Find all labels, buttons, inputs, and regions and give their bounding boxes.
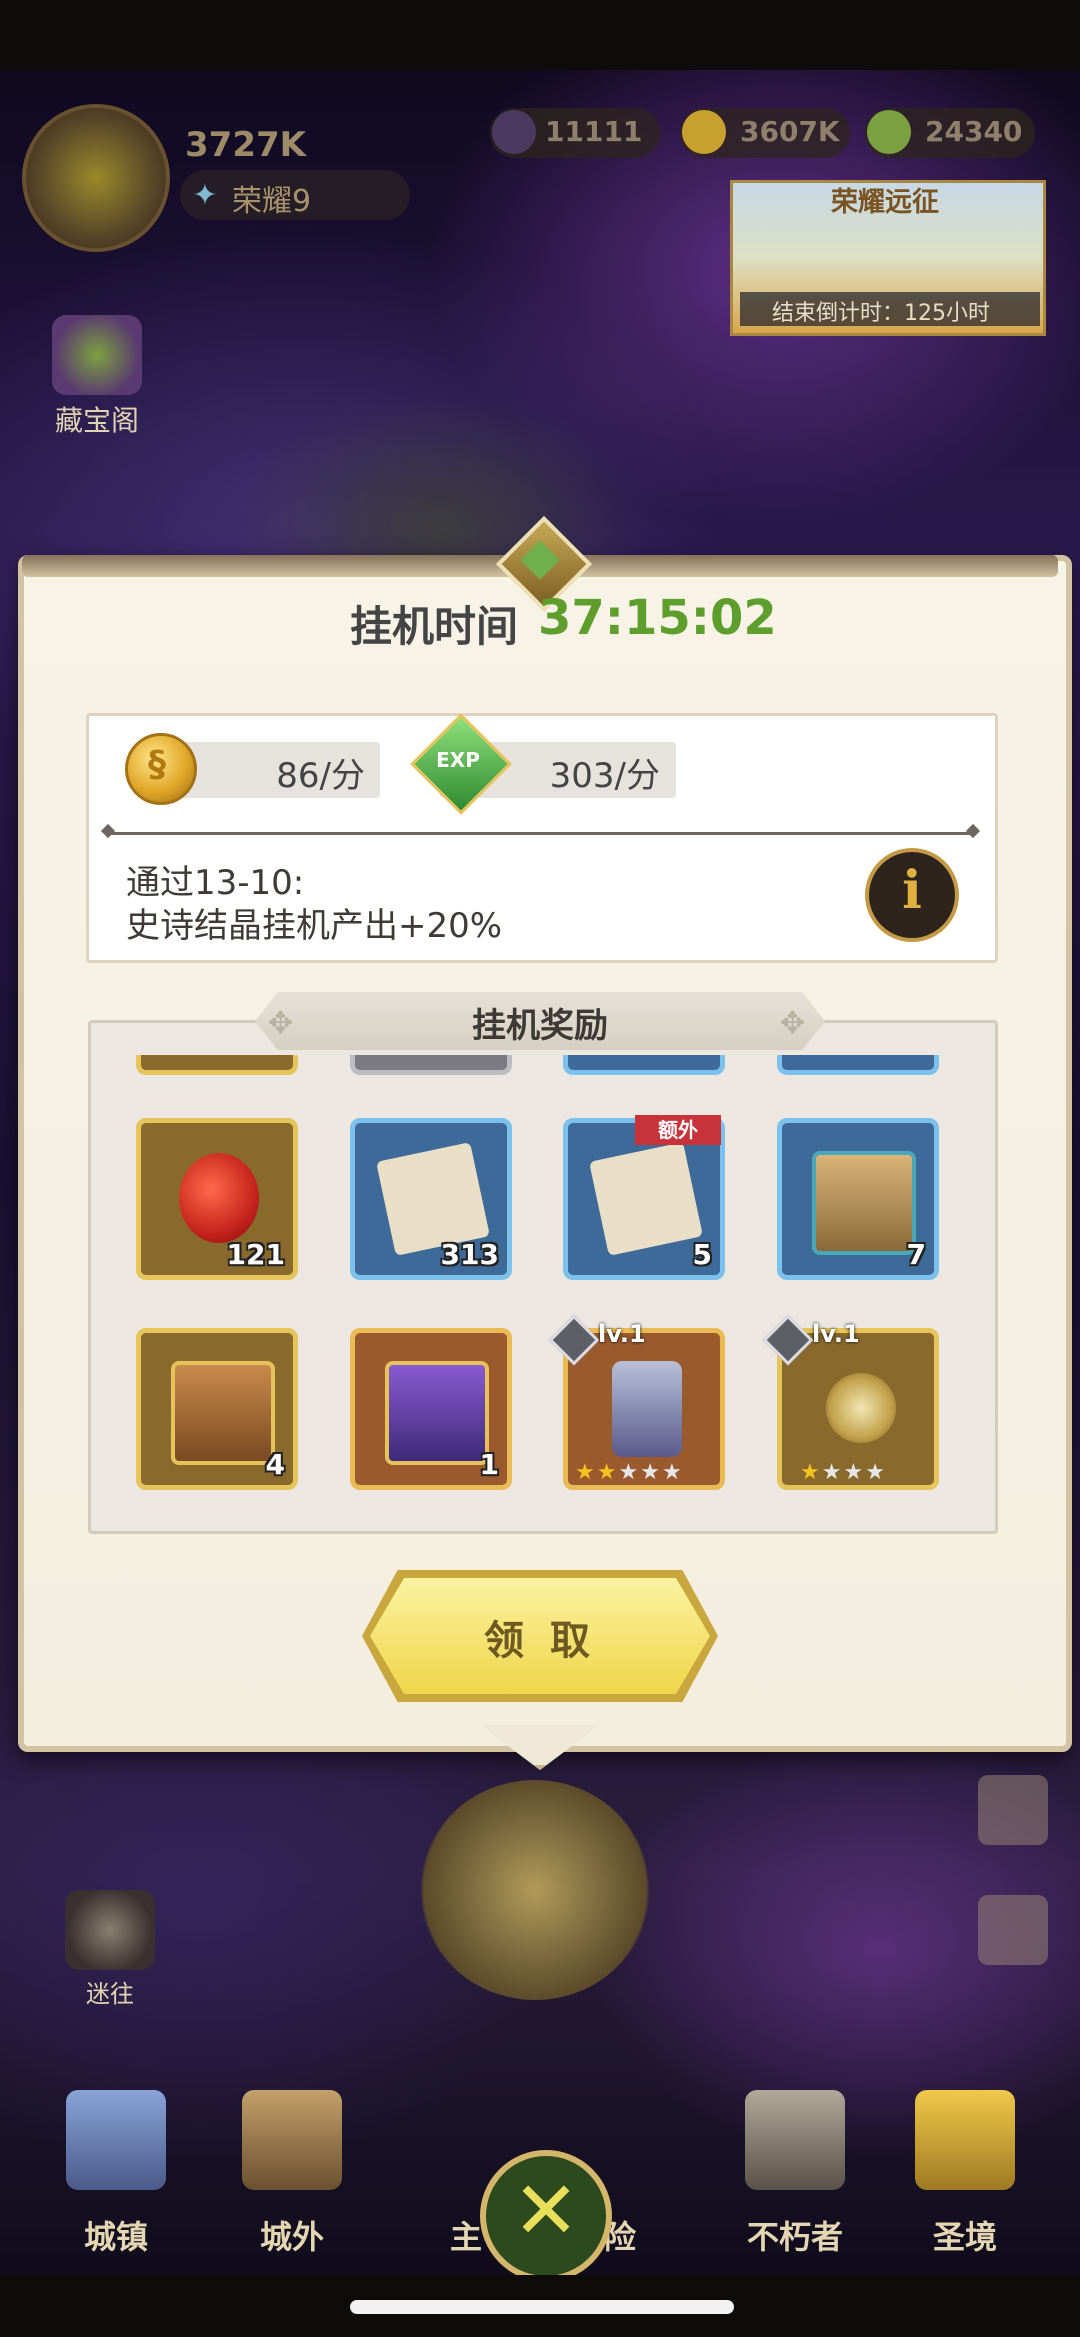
gold-rate-value: 86/分: [276, 756, 365, 796]
item-count: 7: [906, 1238, 926, 1271]
idle-timer: 37:15:02: [538, 590, 777, 646]
crossed-swords-icon: ✕: [512, 2164, 580, 2257]
star-icon: ★: [800, 1460, 822, 1485]
outskirts-icon: [242, 2090, 342, 2190]
treasure-icon: [52, 315, 142, 395]
item-count: 1: [479, 1448, 499, 1481]
town-icon: [66, 2090, 166, 2190]
nav-label: 城外: [259, 2218, 324, 2256]
nav-label: 不朽者: [746, 2218, 843, 2256]
star-icon: ★: [618, 1460, 641, 1485]
exp-rate-value: 303/分: [549, 756, 660, 796]
glory-icon: ✦: [192, 178, 218, 213]
item-stars: ★★★★: [800, 1460, 887, 1485]
divider: [108, 832, 973, 835]
chest-icon: [385, 1361, 489, 1465]
modal-title: 挂机时间: [350, 602, 519, 651]
reward-item-blue-chest[interactable]: 7: [777, 1118, 939, 1280]
extra-badge: 额外: [635, 1115, 721, 1145]
reward-item-red-fruit[interactable]: 121: [136, 1118, 298, 1280]
item-count: 121: [226, 1238, 285, 1271]
dust-icon: [867, 110, 911, 154]
scroll-icon: [589, 1142, 703, 1256]
treasure-pavilion-button[interactable]: 藏宝阁: [42, 315, 152, 439]
reward-slot-partial: [350, 1055, 512, 1075]
info-icon: i: [902, 860, 922, 921]
chest-icon: [171, 1361, 275, 1465]
expedition-title: 荣耀远征: [831, 187, 939, 218]
star-icon: ★: [575, 1460, 597, 1485]
reward-slot-partial: [563, 1055, 725, 1075]
item-count: 313: [440, 1238, 499, 1271]
reward-slot-partial: [777, 1055, 939, 1075]
treasure-pavilion-label: 藏宝阁: [54, 404, 139, 437]
reward-item-scroll[interactable]: 313: [350, 1118, 512, 1280]
star-icon: ★: [821, 1460, 844, 1485]
maze-label: 迷往: [86, 1980, 134, 2008]
gold-icon: [682, 110, 726, 154]
amulet-icon: [826, 1373, 896, 1443]
power-value: 3727K: [185, 125, 306, 165]
nav-label: 城镇: [83, 2218, 148, 2256]
expedition-timer-text: 结束倒计时：125小时: [772, 301, 990, 326]
nav-label: 圣境: [932, 2218, 997, 2256]
scroll-icon[interactable]: [978, 1895, 1048, 1965]
boots-icon: [612, 1361, 682, 1457]
item-level: lv.1: [812, 1320, 860, 1348]
star-icon: ★: [596, 1460, 619, 1485]
star-icon: ★: [843, 1460, 866, 1485]
nav-outskirts[interactable]: 城外: [232, 2090, 352, 2258]
item-count: 4: [265, 1448, 285, 1481]
maze-button[interactable]: 迷往: [55, 1890, 165, 2009]
stage-bonus: 史诗结晶挂机产出+20%: [126, 906, 503, 946]
home-indicator[interactable]: [350, 2300, 734, 2314]
claim-button-label: 领 取: [484, 1618, 596, 1664]
nav-holy-land[interactable]: 圣境: [905, 2090, 1025, 2258]
info-button[interactable]: i: [865, 848, 959, 942]
reward-item-purple-chest[interactable]: 1: [350, 1328, 512, 1490]
item-stars: ★★★★★: [575, 1460, 684, 1485]
rewards-title: 挂机奖励: [472, 1006, 608, 1046]
dark-crystal-icon: [492, 110, 536, 154]
nav-immortals[interactable]: 不朽者: [725, 2090, 865, 2258]
maze-icon: [65, 1890, 155, 1970]
star-icon: ★: [865, 1460, 887, 1485]
glory-label: 荣耀9: [232, 184, 312, 219]
star-icon: ★: [661, 1460, 684, 1485]
exp-label: EXP: [436, 748, 480, 772]
reward-slot-partial: [136, 1055, 298, 1075]
item-count: 5: [692, 1238, 712, 1271]
chest-icon: [812, 1151, 916, 1255]
star-icon: ★: [640, 1460, 662, 1485]
battle-button[interactable]: ✕: [480, 2150, 612, 2282]
status-bar: [0, 0, 1080, 70]
nav-town[interactable]: 城镇: [56, 2090, 176, 2258]
resource-value: 11111: [545, 115, 643, 148]
resource-value: 24340: [925, 115, 1023, 148]
gold-coin-icon: [125, 733, 197, 805]
stage-requirement: 通过13-10:: [126, 863, 305, 903]
map-emblem[interactable]: [420, 1780, 650, 2000]
expedition-timer: 结束倒计时：125小时: [740, 292, 1040, 326]
holy-land-icon: [915, 2090, 1015, 2190]
mail-icon[interactable]: [978, 1775, 1048, 1845]
player-avatar[interactable]: [22, 104, 170, 252]
item-level: lv.1: [598, 1320, 646, 1348]
resource-value: 3607K: [740, 115, 840, 148]
immortals-icon: [745, 2090, 845, 2190]
red-fruit-icon: [179, 1153, 259, 1243]
reward-item-gold-chest[interactable]: 4: [136, 1328, 298, 1490]
